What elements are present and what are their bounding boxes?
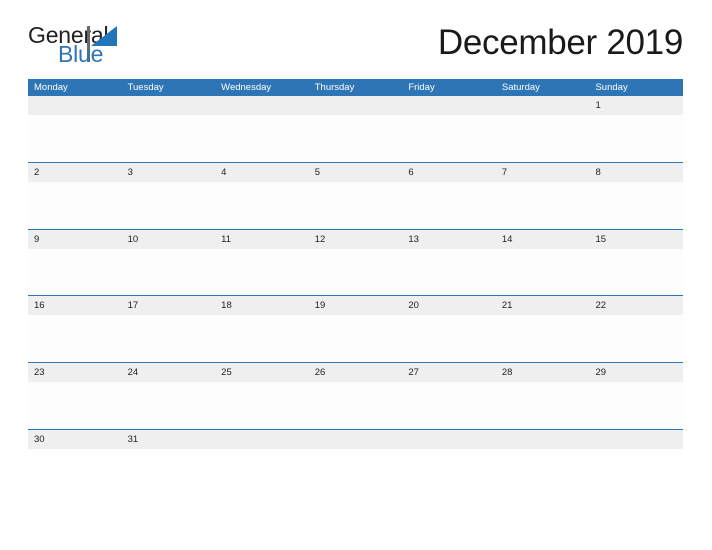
- day-cell[interactable]: [215, 96, 309, 115]
- day-cell[interactable]: 31: [122, 430, 216, 449]
- day-cell[interactable]: 2: [28, 163, 122, 182]
- day-cell[interactable]: [309, 96, 403, 115]
- week-row: 1: [28, 96, 683, 163]
- day-cell[interactable]: 1: [589, 96, 683, 115]
- day-cell[interactable]: 5: [309, 163, 403, 182]
- weekday-saturday: Saturday: [501, 82, 540, 93]
- day-cell[interactable]: 26: [309, 363, 403, 382]
- day-number-band: 9 10 11 12 13 14 15: [28, 229, 683, 249]
- general-blue-logo[interactable]: General Blue: [28, 24, 228, 68]
- weekday-tuesday: Tuesday: [127, 82, 164, 93]
- week-row: 16 17 18 19 20 21 22: [28, 296, 683, 364]
- logo-text-blue: Blue: [58, 41, 104, 67]
- week-note-area[interactable]: [28, 248, 683, 295]
- day-cell[interactable]: 4: [215, 163, 309, 182]
- weekday-monday: Monday: [34, 82, 68, 93]
- day-cell[interactable]: [589, 430, 683, 449]
- day-cell[interactable]: 30: [28, 430, 122, 449]
- day-cell[interactable]: 18: [215, 296, 309, 315]
- weekday-thursday: Thursday: [314, 82, 355, 93]
- day-number-band: 2 3 4 5 6 7 8: [28, 162, 683, 182]
- day-cell[interactable]: 17: [122, 296, 216, 315]
- day-cell[interactable]: 22: [589, 296, 683, 315]
- day-cell[interactable]: 23: [28, 363, 122, 382]
- day-cell[interactable]: 19: [309, 296, 403, 315]
- day-cell[interactable]: 7: [496, 163, 590, 182]
- calendar-grid: Monday Tuesday Wednesday Thursday Friday…: [28, 79, 683, 452]
- day-number-band: 30 31: [28, 429, 683, 449]
- day-cell[interactable]: 28: [496, 363, 590, 382]
- week-note-area[interactable]: [28, 181, 683, 228]
- page-header: General Blue December 2019: [28, 23, 683, 72]
- page-title: December 2019: [437, 23, 683, 62]
- week-note-area[interactable]: [28, 115, 683, 161]
- day-cell[interactable]: 25: [215, 363, 309, 382]
- week-row: 23 24 25 26 27 28 29: [28, 363, 683, 430]
- weekday-sunday: Sunday: [595, 82, 628, 93]
- weekday-wednesday: Wednesday: [221, 82, 272, 93]
- week-note-area[interactable]: [28, 315, 683, 362]
- day-cell[interactable]: 16: [28, 296, 122, 315]
- calendar-page: General Blue December 2019 Monday Tuesda…: [0, 0, 712, 550]
- day-cell[interactable]: 29: [589, 363, 683, 382]
- day-cell[interactable]: 14: [496, 230, 590, 249]
- day-cell[interactable]: 10: [122, 230, 216, 249]
- day-cell[interactable]: 12: [309, 230, 403, 249]
- day-cell[interactable]: [309, 430, 403, 449]
- week-row: 2 3 4 5 6 7 8: [28, 162, 683, 230]
- week-note-area[interactable]: [28, 382, 683, 429]
- day-cell[interactable]: 6: [402, 163, 496, 182]
- day-cell[interactable]: [402, 96, 496, 115]
- day-number-band: 1: [28, 96, 683, 115]
- day-cell[interactable]: 3: [122, 163, 216, 182]
- day-cell[interactable]: 15: [589, 230, 683, 249]
- day-cell[interactable]: 9: [28, 230, 122, 249]
- day-cell[interactable]: [496, 430, 590, 449]
- weekday-friday: Friday: [408, 82, 435, 93]
- day-cell[interactable]: 21: [496, 296, 590, 315]
- weekday-header-row: Monday Tuesday Wednesday Thursday Friday…: [28, 79, 683, 96]
- day-cell[interactable]: [496, 96, 590, 115]
- day-number-band: 23 24 25 26 27 28 29: [28, 363, 683, 383]
- week-row: 30 31: [28, 429, 683, 452]
- day-cell[interactable]: 11: [215, 230, 309, 249]
- day-cell[interactable]: 24: [122, 363, 216, 382]
- day-cell[interactable]: 8: [589, 163, 683, 182]
- day-cell[interactable]: [28, 96, 122, 115]
- day-cell[interactable]: 27: [402, 363, 496, 382]
- day-cell[interactable]: [215, 430, 309, 449]
- week-row: 9 10 11 12 13 14 15: [28, 229, 683, 297]
- day-cell[interactable]: 20: [402, 296, 496, 315]
- day-number-band: 16 17 18 19 20 21 22: [28, 296, 683, 316]
- day-cell[interactable]: [122, 96, 216, 115]
- day-cell[interactable]: [402, 430, 496, 449]
- day-cell[interactable]: 13: [402, 230, 496, 249]
